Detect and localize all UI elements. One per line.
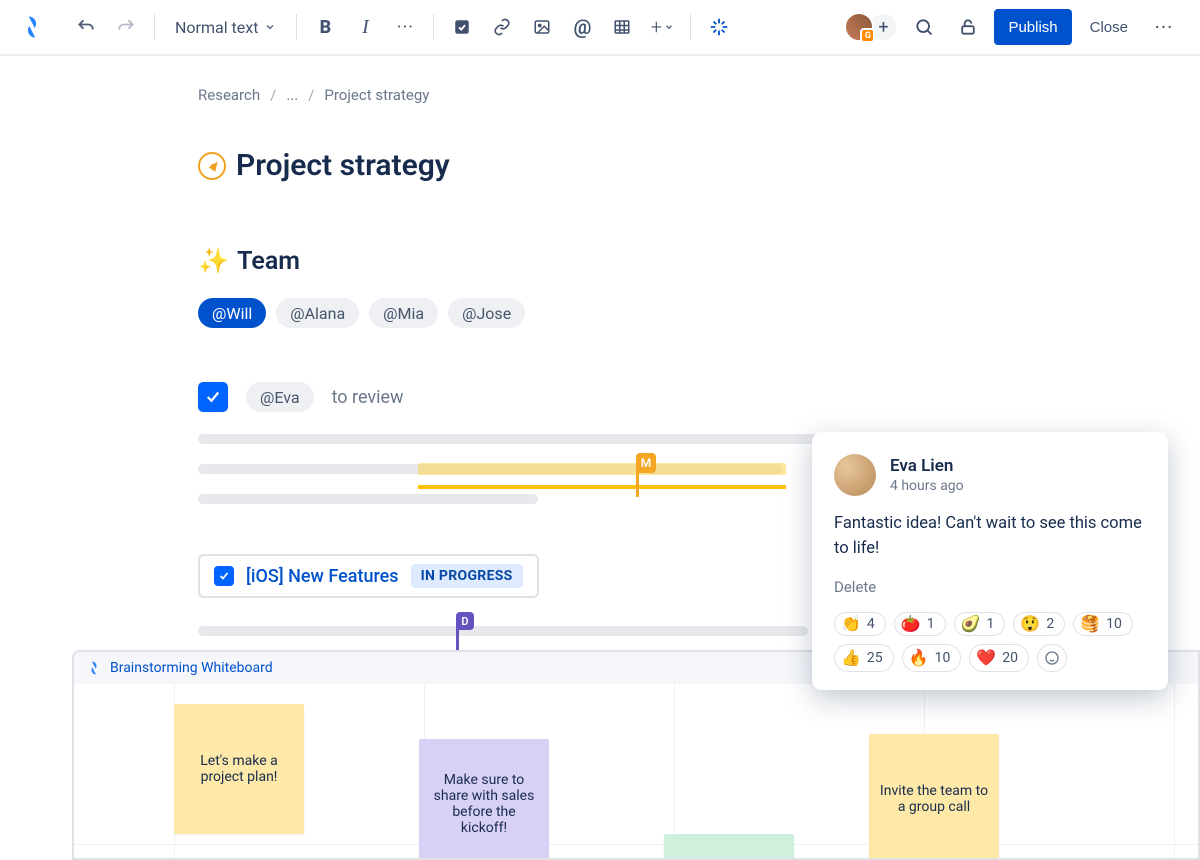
reactions-row: 👏4 🍅1 🥑1 😲2 🥞10 👍25 🔥10 ❤️20: [834, 612, 1146, 672]
whiteboard-grid[interactable]: Let's make a project plan! Make sure to …: [74, 684, 1198, 860]
reaction[interactable]: 👏4: [834, 612, 886, 636]
text-highlight: [418, 463, 786, 475]
status-badge: IN PROGRESS: [411, 564, 523, 588]
linked-issue-label[interactable]: [iOS] New Features: [246, 566, 399, 587]
task-checkbox[interactable]: [198, 382, 228, 412]
reaction[interactable]: 🔥10: [902, 644, 962, 672]
issue-checkbox-icon: [214, 566, 234, 586]
editor-toolbar: Normal text B I ··· @ + G + Publish Clos…: [0, 0, 1200, 56]
bold-button[interactable]: B: [307, 9, 343, 45]
presence-avatars[interactable]: G +: [844, 12, 898, 42]
avatar-badge: G: [860, 28, 875, 43]
separator: [154, 14, 155, 40]
sticky-note[interactable]: [664, 834, 794, 860]
breadcrumb-mid[interactable]: ...: [286, 86, 298, 104]
inline-comment-marker-d[interactable]: D: [456, 612, 474, 630]
team-heading: Team: [237, 247, 300, 276]
reaction[interactable]: 🍅1: [894, 612, 946, 636]
add-reaction-button[interactable]: [1037, 644, 1067, 672]
task-button[interactable]: [444, 9, 480, 45]
mention-button[interactable]: @: [564, 9, 600, 45]
placeholder-line: [198, 494, 538, 504]
page-title[interactable]: Project strategy: [236, 148, 450, 183]
sticky-note[interactable]: Let's make a project plan!: [174, 704, 304, 834]
separator: [433, 14, 434, 40]
mention-eva[interactable]: @Eva: [246, 382, 314, 412]
task-row: @Eva to review: [198, 382, 1200, 412]
avatar[interactable]: G: [844, 12, 874, 42]
linked-issue[interactable]: [iOS] New Features IN PROGRESS: [198, 554, 539, 598]
comment-author: Eva Lien: [890, 456, 964, 476]
separator: [296, 14, 297, 40]
compass-icon[interactable]: [198, 152, 226, 180]
mention-will[interactable]: @Will: [198, 298, 266, 328]
whiteboard-title: Brainstorming Whiteboard: [110, 660, 273, 676]
undo-button[interactable]: [68, 9, 104, 45]
table-button[interactable]: [604, 9, 640, 45]
reaction[interactable]: 👍25: [834, 644, 894, 672]
italic-button[interactable]: I: [347, 9, 383, 45]
breadcrumb-current: Project strategy: [324, 86, 429, 104]
reaction[interactable]: 🥞10: [1073, 612, 1133, 636]
sticky-note[interactable]: Make sure to share with sales before the…: [419, 739, 549, 860]
text-highlight-underline: [418, 485, 786, 489]
comment-popover: Eva Lien 4 hours ago Fantastic idea! Can…: [812, 432, 1168, 690]
team-chips: @Will @Alana @Mia @Jose: [198, 298, 1200, 328]
mention-mia[interactable]: @Mia: [369, 298, 438, 328]
placeholder-line: [198, 626, 808, 636]
reaction[interactable]: 🥑1: [954, 612, 1006, 636]
publish-button[interactable]: Publish: [994, 9, 1071, 45]
mention-jose[interactable]: @Jose: [448, 298, 525, 328]
link-button[interactable]: [484, 9, 520, 45]
more-formatting-button[interactable]: ···: [387, 9, 423, 45]
search-button[interactable]: [906, 9, 942, 45]
avatar[interactable]: [834, 454, 876, 496]
delete-comment-button[interactable]: Delete: [834, 578, 876, 596]
task-note: to review: [332, 387, 404, 408]
more-actions-button[interactable]: ···: [1146, 9, 1182, 45]
inline-comment-marker-m[interactable]: M: [636, 453, 656, 473]
text-style-label: Normal text: [175, 18, 258, 37]
sticky-note[interactable]: Invite the team to a group call: [869, 734, 999, 860]
reaction[interactable]: 😲2: [1013, 612, 1065, 636]
mention-alana[interactable]: @Alana: [276, 298, 359, 328]
breadcrumb-root[interactable]: Research: [198, 86, 260, 104]
redo-button[interactable]: [108, 9, 144, 45]
app-logo[interactable]: [14, 9, 50, 45]
breadcrumb: Research / ... / Project strategy: [198, 86, 1200, 104]
text-style-dropdown[interactable]: Normal text: [165, 9, 286, 45]
ai-button[interactable]: [701, 9, 737, 45]
sparkle-icon: ✨: [198, 247, 229, 276]
close-button[interactable]: Close: [1080, 9, 1138, 45]
separator: [690, 14, 691, 40]
comment-time: 4 hours ago: [890, 478, 964, 494]
restrictions-button[interactable]: [950, 9, 986, 45]
insert-menu[interactable]: +: [644, 9, 680, 45]
image-button[interactable]: [524, 9, 560, 45]
reaction[interactable]: ❤️20: [969, 644, 1029, 672]
comment-body: Fantastic idea! Can't wait to see this c…: [834, 512, 1146, 562]
